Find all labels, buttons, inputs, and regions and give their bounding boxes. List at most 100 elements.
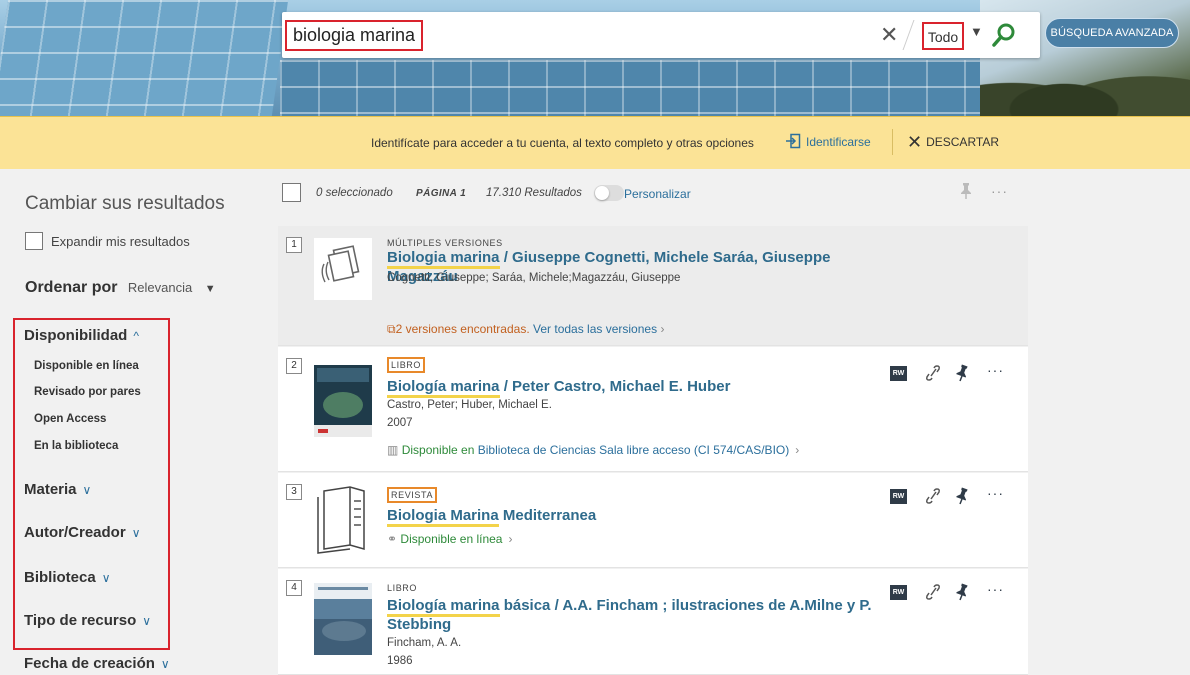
result-type: LIBRO: [387, 583, 418, 593]
pin-icon[interactable]: [955, 364, 969, 382]
link-icon[interactable]: [925, 364, 941, 382]
search-bar: ✕ Todo ▼: [282, 12, 1040, 58]
book-stack-icon: ▥: [387, 443, 399, 457]
result-rank: 2: [286, 358, 302, 374]
result-actions: RW ···: [890, 362, 1020, 384]
availability-online[interactable]: Disponible en línea: [400, 532, 502, 546]
tree-silhouette: [980, 50, 1190, 116]
pin-icon[interactable]: [955, 487, 969, 505]
title-highlight: Biologia Marina: [387, 507, 499, 527]
versions-icon: ⧉: [387, 322, 396, 336]
search-input[interactable]: [285, 20, 423, 51]
header-banner-image: ✕ Todo ▼ BÚSQUEDA AVANZADA: [0, 0, 1190, 116]
more-options-icon[interactable]: ···: [991, 183, 1008, 199]
sort-control[interactable]: Ordenar por Relevancia ▼: [25, 279, 216, 297]
facet-resource-type-label: Tipo de recurso: [24, 612, 137, 629]
result-authors: Fincham, A. A.: [387, 637, 462, 649]
availability-row[interactable]: ⚭ Disponible en línea ›: [387, 532, 512, 546]
sign-in-link[interactable]: Identificarse: [806, 135, 871, 149]
building-glass-left: [0, 0, 289, 116]
availability-row[interactable]: ▥ Disponible en Biblioteca de Ciencias S…: [387, 443, 799, 457]
more-options-icon[interactable]: ···: [987, 362, 1004, 378]
more-options-icon[interactable]: ···: [987, 485, 1004, 501]
link-icon[interactable]: [925, 487, 941, 505]
selected-count: 0 seleccionado: [316, 187, 393, 199]
facet-subject[interactable]: Materia ∨: [24, 481, 91, 498]
sign-in-icon[interactable]: [785, 133, 801, 149]
pin-icon[interactable]: [959, 182, 973, 200]
availability-location[interactable]: Biblioteca de Ciencias Sala libre acceso…: [478, 443, 789, 457]
facets-panel: Cambiar sus resultados Expandir mis resu…: [0, 169, 262, 675]
title-rest: / Peter Castro, Michael E. Huber: [499, 378, 731, 395]
result-authors: Castro, Peter; Huber, Michael E.: [387, 399, 552, 411]
search-scope-select[interactable]: Todo: [922, 22, 964, 50]
facet-author[interactable]: Autor/Creador ∨: [24, 524, 140, 541]
chevron-down-icon: ∨: [82, 483, 92, 497]
link-icon: ⚭: [387, 532, 398, 546]
result-actions: RW ···: [890, 485, 1020, 507]
result-type: LIBRO: [387, 357, 426, 373]
result-card[interactable]: 3 REVISTA Biologia Marina Mediterranea ⚭…: [278, 473, 1028, 568]
availability-status: Disponible en: [401, 443, 475, 457]
personalize-label[interactable]: Personalizar: [624, 187, 691, 201]
facet-subject-label: Materia: [24, 481, 77, 498]
scope-dropdown-caret-icon[interactable]: ▼: [970, 24, 983, 39]
search-icon[interactable]: [990, 21, 1018, 49]
page-indicator: PÁGINA 1: [416, 188, 467, 199]
scope-divider: [902, 20, 915, 50]
view-all-versions-link[interactable]: Ver todas las versiones: [533, 322, 657, 336]
sort-label: Ordenar por: [25, 279, 118, 296]
chevron-right-icon: ›: [508, 532, 513, 546]
login-banner: Identifícate para acceder a tu cuenta, a…: [0, 116, 1190, 169]
chevron-down-icon: ∨: [101, 571, 111, 585]
result-title[interactable]: Biología marina / Peter Castro, Michael …: [387, 377, 887, 398]
results-toolbar: 0 seleccionado PÁGINA 1 17.310 Resultado…: [278, 180, 1026, 210]
result-title[interactable]: Biología marina básica / A.A. Fincham ; …: [387, 596, 877, 634]
close-icon: ✕: [907, 132, 923, 152]
link-icon[interactable]: [925, 583, 941, 601]
clear-search-icon[interactable]: ✕: [880, 22, 898, 48]
facets-title: Cambiar sus resultados: [25, 193, 225, 214]
expand-results-row[interactable]: Expandir mis resultados: [25, 232, 190, 250]
result-year: 1986: [387, 655, 413, 667]
dismiss-banner-button[interactable]: ✕ DESCARTAR: [907, 132, 999, 153]
title-highlight: Biologia marina: [387, 249, 500, 269]
refworks-button[interactable]: RW: [890, 585, 907, 600]
chevron-down-icon: ∨: [160, 657, 170, 671]
facet-availability-label: Disponibilidad: [24, 327, 128, 344]
facet-item-peer-reviewed[interactable]: Revisado por pares: [34, 386, 141, 398]
result-rank: 4: [286, 580, 302, 596]
facet-creation-date-label: Fecha de creación: [24, 655, 155, 672]
result-rank: 3: [286, 484, 302, 500]
facet-item-in-library[interactable]: En la biblioteca: [34, 440, 118, 452]
facet-item-online[interactable]: Disponible en línea: [34, 360, 139, 372]
sort-value[interactable]: Relevancia: [128, 280, 192, 295]
facet-library[interactable]: Biblioteca ∨: [24, 569, 110, 586]
facet-availability[interactable]: Disponibilidad ^: [24, 327, 139, 344]
title-rest: Mediterranea: [498, 507, 597, 524]
facet-item-open-access[interactable]: Open Access: [34, 413, 106, 425]
personalize-toggle[interactable]: [594, 185, 624, 201]
pin-icon[interactable]: [955, 583, 969, 601]
chevron-down-icon: ∨: [131, 526, 141, 540]
result-title[interactable]: Biologia Marina Mediterranea: [387, 506, 887, 527]
facet-creation-date[interactable]: Fecha de creación ∨: [24, 655, 170, 672]
facet-resource-type[interactable]: Tipo de recurso ∨: [24, 612, 151, 629]
result-card[interactable]: 1 MÚLTIPLES VERSIONES Biologia marina / …: [278, 226, 1028, 346]
facet-author-label: Autor/Creador: [24, 524, 126, 541]
advanced-search-button[interactable]: BÚSQUEDA AVANZADA: [1045, 18, 1179, 48]
title-highlight: Biología marina: [387, 597, 500, 617]
refworks-button[interactable]: RW: [890, 489, 907, 504]
result-card[interactable]: 4 LIBRO Biología marina básica / A.A. Fi…: [278, 569, 1028, 675]
result-card[interactable]: 2 LIBRO Biología marina / Peter Castro, …: [278, 347, 1028, 472]
sort-caret-icon[interactable]: ▼: [205, 283, 216, 295]
dismiss-label: DESCARTAR: [926, 135, 999, 149]
select-all-checkbox[interactable]: [282, 183, 301, 202]
expand-results-checkbox[interactable]: [25, 232, 43, 250]
versions-count[interactable]: 2 versiones encontradas.: [396, 322, 530, 336]
banner-divider: [892, 129, 893, 155]
refworks-button[interactable]: RW: [890, 366, 907, 381]
results-count: 17.310 Resultados: [486, 187, 582, 199]
more-options-icon[interactable]: ···: [987, 581, 1004, 597]
versions-row[interactable]: ⧉2 versiones encontradas. Ver todas las …: [387, 322, 664, 337]
